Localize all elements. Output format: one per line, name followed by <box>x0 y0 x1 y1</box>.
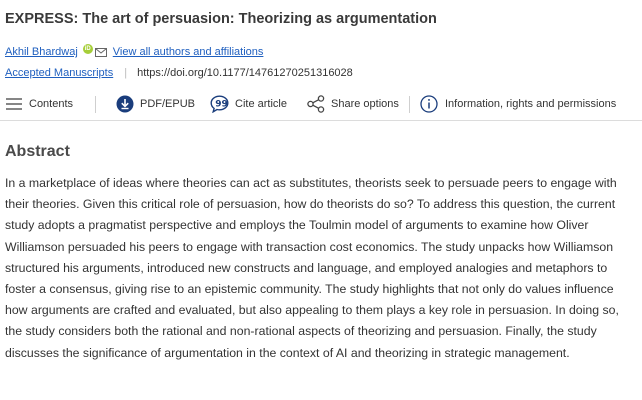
article-meta: Accepted Manuscripts | https://doi.org/1… <box>5 65 353 81</box>
cite-article-label: Cite article <box>235 98 287 110</box>
pdf-epub-button[interactable]: PDF/EPUB <box>116 94 195 114</box>
info-icon <box>420 95 438 113</box>
information-rights-label: Information, rights and permissions <box>445 98 617 110</box>
accepted-manuscripts-link[interactable]: Accepted Manuscripts <box>5 67 113 79</box>
author-link[interactable]: Akhil Bhardwaj <box>5 46 78 58</box>
download-icon <box>116 95 134 113</box>
svg-text:99: 99 <box>215 100 228 110</box>
contents-button[interactable]: Contents <box>6 94 73 114</box>
meta-separator: | <box>124 67 128 79</box>
mail-icon[interactable] <box>94 47 107 57</box>
share-options-button[interactable]: Share options <box>307 94 399 114</box>
cite-article-button[interactable]: 99 Cite article <box>210 94 287 114</box>
quote-bubble-icon: 99 <box>210 95 229 113</box>
pdf-epub-label: PDF/EPUB <box>140 98 196 110</box>
toolbar-divider <box>95 96 96 113</box>
contents-label: Contents <box>29 98 74 110</box>
share-icon <box>307 95 325 113</box>
list-icon <box>6 98 22 110</box>
article-title: EXPRESS: The art of persuasion: Theorizi… <box>5 11 437 27</box>
all-authors-link[interactable]: View all authors and affiliations <box>113 46 264 58</box>
author-line: Akhil Bhardwaj iD View all authors and a… <box>5 44 263 60</box>
toolbar-divider <box>409 96 410 113</box>
article-toolbar: Contents PDF/EPUB 99 Cite article Share … <box>0 88 642 121</box>
abstract-text: In a marketplace of ideas where theories… <box>5 176 619 360</box>
share-options-label: Share options <box>331 98 399 110</box>
orcid-icon[interactable]: iD <box>82 44 93 54</box>
information-rights-button[interactable]: Information, rights and permissions <box>420 94 616 114</box>
doi-text[interactable]: https://doi.org/10.1177/1476127025131602… <box>137 67 353 79</box>
abstract-heading: Abstract <box>5 143 70 160</box>
